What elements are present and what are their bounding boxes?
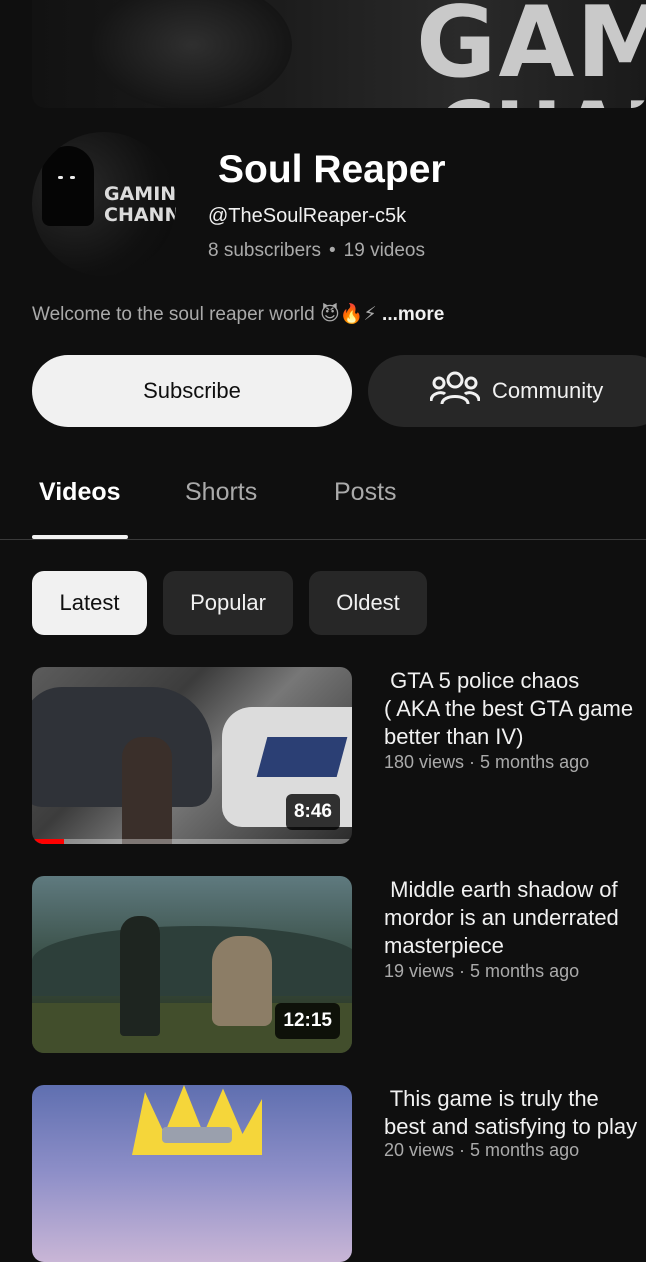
filter-chip-popular[interactable]: Popular [163, 571, 293, 635]
avatar-eye [70, 176, 75, 179]
channel-name: Soul Reaper [218, 148, 446, 191]
filter-chip-oldest[interactable]: Oldest [309, 571, 427, 635]
video-title[interactable]: GTA 5 police chaos ( AKA the best GTA ga… [384, 667, 633, 751]
thumbnail-hills [32, 926, 352, 996]
subscribe-label: Subscribe [143, 378, 241, 403]
channel-description[interactable]: Welcome to the soul reaper world 😈🔥⚡ ...… [32, 302, 444, 326]
tab-posts[interactable]: Posts [334, 478, 397, 507]
description-text: Welcome to the soul reaper world 😈🔥⚡ [32, 304, 377, 325]
stats-separator: • [329, 240, 336, 261]
video-meta: 180 views · 5 months ago [384, 752, 590, 772]
channel-tabs: Videos Shorts Posts [0, 466, 646, 540]
chip-label: Latest [59, 590, 120, 615]
watch-progress-bar [32, 839, 352, 844]
chip-label: Popular [190, 590, 266, 615]
subscriber-count: 8 subscribers [208, 240, 321, 261]
filter-chip-latest[interactable]: Latest [32, 571, 147, 635]
thumbnail-ranger [120, 916, 160, 1036]
more-link[interactable]: ...more [382, 304, 444, 325]
thumbnail-headband [162, 1127, 232, 1143]
video-duration: 8:46 [285, 794, 340, 830]
banner-text-2: CHAN [436, 92, 646, 109]
thumbnail-orc [212, 936, 272, 1026]
chip-label: Oldest [336, 590, 400, 615]
banner-artwork [92, 0, 292, 108]
channel-banner: GAMI CHAN [32, 0, 646, 108]
avatar-hood-figure [42, 146, 94, 226]
channel-handle: @TheSoulReaper-c5k [208, 205, 407, 227]
avatar-eye [58, 176, 63, 179]
active-tab-indicator [32, 535, 128, 539]
thumbnail-character [122, 737, 172, 844]
video-thumbnail[interactable]: 8:46 [32, 667, 352, 844]
video-meta: 20 views · 5 months ago [384, 1140, 580, 1160]
community-icon [429, 368, 481, 414]
video-count: 19 videos [343, 240, 425, 261]
video-thumbnail[interactable]: 12:15 [32, 876, 352, 1053]
video-title[interactable]: This game is truly the best and satisfyi… [384, 1085, 637, 1141]
video-meta: 19 views · 5 months ago [384, 961, 580, 981]
channel-stats: 8 subscribers • 19 videos [208, 240, 425, 262]
community-button[interactable]: Community [368, 355, 646, 427]
video-duration: 12:15 [275, 1003, 340, 1039]
channel-avatar[interactable]: GAMING CHANNE [32, 132, 176, 276]
video-title[interactable]: Middle earth shadow of mordor is an unde… [384, 876, 619, 960]
video-thumbnail[interactable] [32, 1085, 352, 1262]
banner-text: GAMI [416, 0, 646, 100]
tab-videos[interactable]: Videos [39, 478, 121, 507]
avatar-text: GAMING CHANNE [104, 183, 176, 226]
thumbnail-character-hair [132, 1085, 262, 1155]
tab-shorts[interactable]: Shorts [185, 478, 257, 507]
subscribe-button[interactable]: Subscribe [32, 355, 352, 427]
community-label: Community [492, 378, 604, 403]
